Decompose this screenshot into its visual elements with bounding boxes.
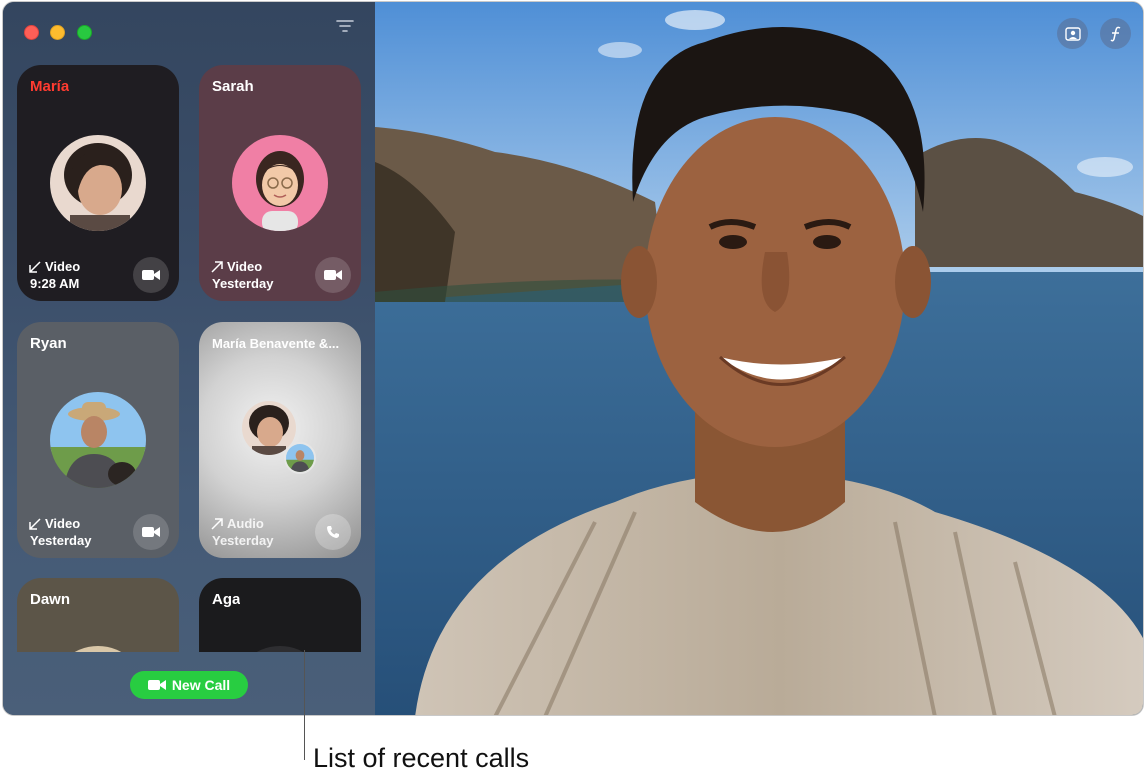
video-camera-icon — [142, 270, 160, 280]
people-button[interactable] — [1057, 18, 1088, 49]
sidebar: María Video 9:28 AM Sarah Video Yesterda… — [3, 2, 375, 715]
video-camera-icon — [142, 527, 160, 537]
video-call-button[interactable] — [315, 257, 351, 293]
call-type: Video — [29, 259, 80, 274]
callout-label: List of recent calls — [313, 743, 530, 773]
contact-name: María Benavente &... — [212, 336, 340, 351]
call-type-label: Video — [227, 259, 263, 274]
contact-name: Dawn — [30, 591, 71, 608]
incoming-arrow-icon — [29, 517, 41, 530]
call-time: Yesterday — [212, 276, 274, 291]
video-camera-icon — [147, 680, 166, 690]
contact-name: María — [30, 78, 70, 95]
call-type-label: Video — [45, 259, 81, 274]
minimize-window-button[interactable] — [50, 25, 65, 40]
call-time: Yesterday — [30, 533, 92, 548]
new-call-button[interactable]: New Call — [130, 671, 248, 699]
outgoing-arrow-icon — [211, 517, 223, 530]
contact-name: Ryan — [30, 335, 67, 352]
avatar — [50, 646, 146, 652]
zoom-window-button[interactable] — [77, 25, 92, 40]
contact-name: Aga — [212, 591, 241, 608]
avatar-secondary — [284, 442, 316, 474]
people-icon — [1064, 26, 1081, 41]
recent-call-card-ryan[interactable]: Ryan Video Yesterday — [17, 322, 179, 558]
filter-icon[interactable] — [336, 19, 354, 33]
camera-preview-image — [375, 2, 1143, 715]
video-camera-icon — [324, 270, 342, 280]
recent-call-card-dawn[interactable]: Dawn — [17, 578, 179, 652]
facetime-window: María Video 9:28 AM Sarah Video Yesterda… — [2, 1, 1144, 716]
video-call-button[interactable] — [133, 257, 169, 293]
call-time: Yesterday — [212, 533, 274, 548]
call-type-label: Audio — [227, 516, 264, 531]
call-type-label: Video — [45, 516, 81, 531]
avatar — [50, 135, 146, 231]
recent-call-card-aga[interactable]: Aga — [199, 578, 361, 652]
incoming-arrow-icon — [29, 260, 41, 273]
effects-button[interactable] — [1100, 18, 1131, 49]
call-type: Audio — [211, 516, 264, 531]
phone-icon — [327, 526, 339, 538]
recent-call-card-sarah[interactable]: Sarah Video Yesterday — [199, 65, 361, 301]
audio-call-button[interactable] — [315, 514, 351, 550]
callout-line — [304, 650, 305, 760]
recent-call-card-group[interactable]: María Benavente &... Audio Yesterday — [199, 322, 361, 558]
call-type: Video — [29, 516, 80, 531]
close-window-button[interactable] — [24, 25, 39, 40]
call-time: 9:28 AM — [30, 276, 80, 291]
avatar — [232, 646, 328, 652]
contact-name: Sarah — [212, 78, 254, 95]
memoji-avatar — [232, 135, 328, 231]
new-call-label: New Call — [171, 677, 231, 693]
video-preview — [375, 2, 1143, 715]
outgoing-arrow-icon — [211, 260, 223, 273]
call-type: Video — [211, 259, 262, 274]
avatar — [50, 392, 146, 488]
recent-call-card-maria[interactable]: María Video 9:28 AM — [17, 65, 179, 301]
effects-icon — [1109, 26, 1120, 42]
video-call-button[interactable] — [133, 514, 169, 550]
recent-calls-list[interactable]: María Video 9:28 AM Sarah Video Yesterda… — [3, 52, 375, 652]
